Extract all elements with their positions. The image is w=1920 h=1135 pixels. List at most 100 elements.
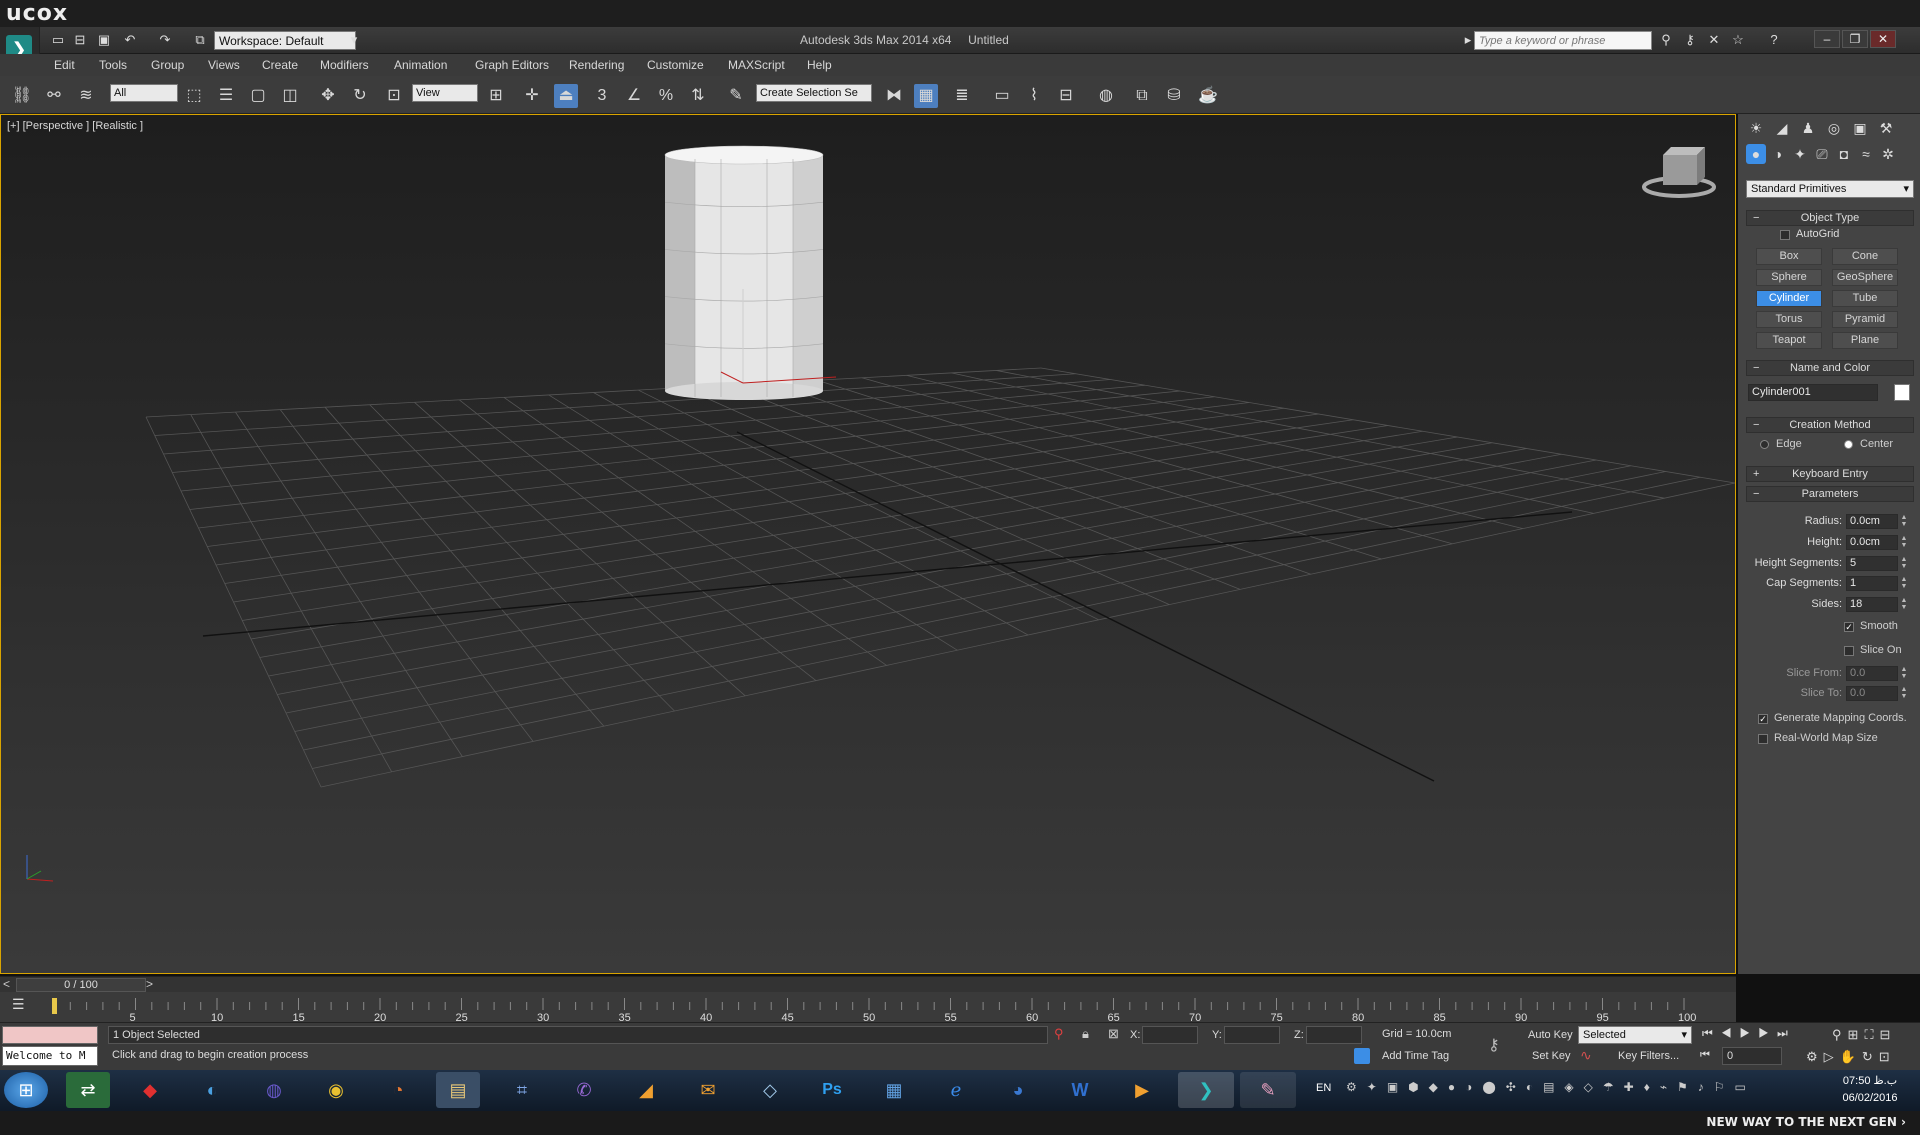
photoshop-icon[interactable]: Ps	[810, 1072, 854, 1108]
align-icon[interactable]: ▦	[914, 84, 938, 108]
hierarchy-tab-icon[interactable]: ♟	[1798, 118, 1818, 138]
time-tag-icon[interactable]	[1354, 1048, 1370, 1064]
firefox-icon[interactable]: ◔	[376, 1072, 420, 1108]
slice-to-spinner[interactable]: ▲ ▼	[1900, 686, 1908, 701]
menu-animation[interactable]: Animation	[394, 58, 447, 72]
bind-space-warp-icon[interactable]: ≋	[74, 84, 98, 108]
language-indicator[interactable]: EN	[1316, 1082, 1331, 1094]
chrome-icon[interactable]: ◉	[314, 1072, 358, 1108]
radius-spinner[interactable]: ▲ ▼	[1900, 514, 1908, 529]
z-coordinate-field[interactable]	[1306, 1026, 1362, 1044]
mini-curve-editor-icon[interactable]: ☰	[12, 996, 32, 1016]
explorer-icon[interactable]: ▤	[436, 1072, 480, 1108]
x-coordinate-field[interactable]	[1142, 1026, 1198, 1044]
sphere-button[interactable]: Sphere	[1756, 269, 1822, 286]
go-to-start-icon[interactable]: ⏮	[1702, 1026, 1721, 1040]
zoom-extents-all-icon[interactable]: ⊟	[1880, 1027, 1897, 1042]
select-manipulate-icon[interactable]: ✛	[520, 84, 544, 108]
cameras-icon[interactable]: ⎚	[1812, 144, 1832, 164]
tools-icon[interactable]: ✕	[1704, 31, 1724, 49]
network-icon[interactable]: ⌗	[500, 1072, 544, 1108]
skype-like-icon[interactable]: ◐	[190, 1072, 234, 1108]
rotate-icon[interactable]: ↻	[348, 84, 372, 108]
menu-customize[interactable]: Customize	[647, 58, 704, 72]
autogrid-checkbox[interactable]	[1780, 230, 1790, 240]
system-tray-icons[interactable]: ⚙✦▣⬢◆●◑⬤✣◐▤◈◇☂✚♦⌁⚑♪⚐▭	[1346, 1080, 1766, 1100]
spinner-snap-icon[interactable]: ⇅	[686, 84, 710, 108]
filezilla-icon[interactable]: ⇄	[66, 1072, 110, 1108]
maxscript-listener[interactable]: Welcome to M	[2, 1046, 98, 1066]
object-color-swatch[interactable]	[1894, 384, 1910, 401]
box-button[interactable]: Box	[1756, 248, 1822, 265]
open-file-icon[interactable]: ⊟	[70, 31, 90, 49]
object-name-field[interactable]: Cylinder001	[1748, 384, 1878, 401]
generate-mapping-checkbox[interactable]: ✓	[1758, 714, 1768, 724]
rollout-parameters[interactable]: − Parameters	[1746, 486, 1914, 502]
save-file-icon[interactable]: ▣	[94, 31, 114, 49]
cap-segments-field[interactable]: 1	[1846, 576, 1898, 591]
space-warps-icon[interactable]: ≈	[1856, 144, 1876, 164]
y-coordinate-field[interactable]	[1224, 1026, 1280, 1044]
create-tab-icon[interactable]: ☀	[1746, 118, 1766, 138]
slice-from-field[interactable]: 0.0	[1846, 666, 1898, 681]
key-mode-dropdown[interactable]: Selected ▾	[1578, 1026, 1692, 1044]
edit-named-selection-icon[interactable]: ✎	[724, 84, 748, 108]
move-icon[interactable]: ✥	[316, 84, 340, 108]
outlook-icon[interactable]: ✉	[686, 1072, 730, 1108]
previous-frame-icon[interactable]: ◀	[1721, 1026, 1740, 1040]
zoom-icon[interactable]: ⚲	[1832, 1027, 1848, 1042]
rollout-creation-method[interactable]: − Creation Method	[1746, 417, 1914, 433]
search-input[interactable]: Type a keyword or phrase	[1474, 31, 1652, 50]
select-by-name-icon[interactable]: ☰	[214, 84, 238, 108]
height-segments-field[interactable]: 5	[1846, 556, 1898, 571]
named-selection-set-dropdown[interactable]: Create Selection Se	[756, 84, 872, 102]
set-key-icon[interactable]: ⚷	[1488, 1035, 1500, 1055]
help-icon[interactable]: ?	[1764, 31, 1784, 49]
select-and-link-icon[interactable]: ⛓	[10, 84, 34, 108]
workspace-dropdown[interactable]: Workspace: Default	[214, 31, 356, 50]
height-spinner[interactable]: ▲ ▼	[1900, 535, 1908, 550]
clock-date[interactable]: 06/02/2016	[1830, 1092, 1910, 1104]
height-segments-spinner[interactable]: ▲ ▼	[1900, 556, 1908, 571]
reference-coordinate-dropdown[interactable]: View	[412, 84, 478, 102]
next-frame-icon[interactable]: ▶	[1758, 1026, 1777, 1040]
cap-segments-spinner[interactable]: ▲ ▼	[1900, 576, 1908, 591]
go-to-end-icon[interactable]: ⏭	[1777, 1026, 1796, 1040]
radius-field[interactable]: 0.0cm	[1846, 514, 1898, 529]
ie-icon[interactable]: ℯ	[934, 1072, 978, 1108]
sublime-icon[interactable]: ◢	[624, 1072, 668, 1108]
add-time-tag[interactable]: Add Time Tag	[1382, 1050, 1449, 1062]
eclipse-icon[interactable]: ◍	[252, 1072, 296, 1108]
play-icon[interactable]: ▶	[1740, 1026, 1759, 1040]
slice-from-spinner[interactable]: ▲ ▼	[1900, 666, 1908, 681]
torus-button[interactable]: Torus	[1756, 311, 1822, 328]
pyramid-button[interactable]: Pyramid	[1832, 311, 1898, 328]
display-tab-icon[interactable]: ▣	[1850, 118, 1870, 138]
clock-time[interactable]: 07:50 ب.ظ	[1830, 1074, 1910, 1087]
select-object-icon[interactable]: ⬚	[182, 84, 206, 108]
word-icon[interactable]: W	[1058, 1072, 1102, 1108]
edge-radio[interactable]	[1760, 440, 1769, 449]
start-orb[interactable]: ⊞	[4, 1072, 48, 1108]
menu-edit[interactable]: Edit	[54, 58, 75, 72]
menu-modifiers[interactable]: Modifiers	[320, 58, 369, 72]
rollout-object-type[interactable]: − Object Type	[1746, 210, 1914, 226]
undo-icon[interactable]: ↶	[120, 31, 140, 49]
menu-tools[interactable]: Tools	[99, 58, 127, 72]
minimize-icon[interactable]: ‒	[1814, 30, 1840, 48]
media-player-icon[interactable]: ▶	[1120, 1072, 1164, 1108]
auto-key-button[interactable]: Auto Key	[1528, 1029, 1573, 1041]
maxscript-listener-top[interactable]	[2, 1026, 98, 1044]
utilities-tab-icon[interactable]: ⚒	[1876, 118, 1896, 138]
teapot-button[interactable]: Teapot	[1756, 332, 1822, 349]
material-editor-icon[interactable]: ◍	[1094, 84, 1118, 108]
orbit-icon[interactable]: ↻	[1862, 1049, 1879, 1064]
key-filters-button[interactable]: Key Filters...	[1618, 1050, 1679, 1062]
center-radio[interactable]	[1844, 440, 1853, 449]
schematic-view-icon[interactable]: ⊟	[1054, 84, 1078, 108]
snaps-toggle-icon[interactable]: 3	[590, 84, 614, 108]
rendered-frame-icon[interactable]: ⛁	[1162, 84, 1186, 108]
curve-editor-icon[interactable]: ⌇	[1022, 84, 1046, 108]
new-file-icon[interactable]: ▭	[48, 31, 68, 49]
absolute-mode-icon[interactable]: ⊠	[1108, 1026, 1119, 1042]
